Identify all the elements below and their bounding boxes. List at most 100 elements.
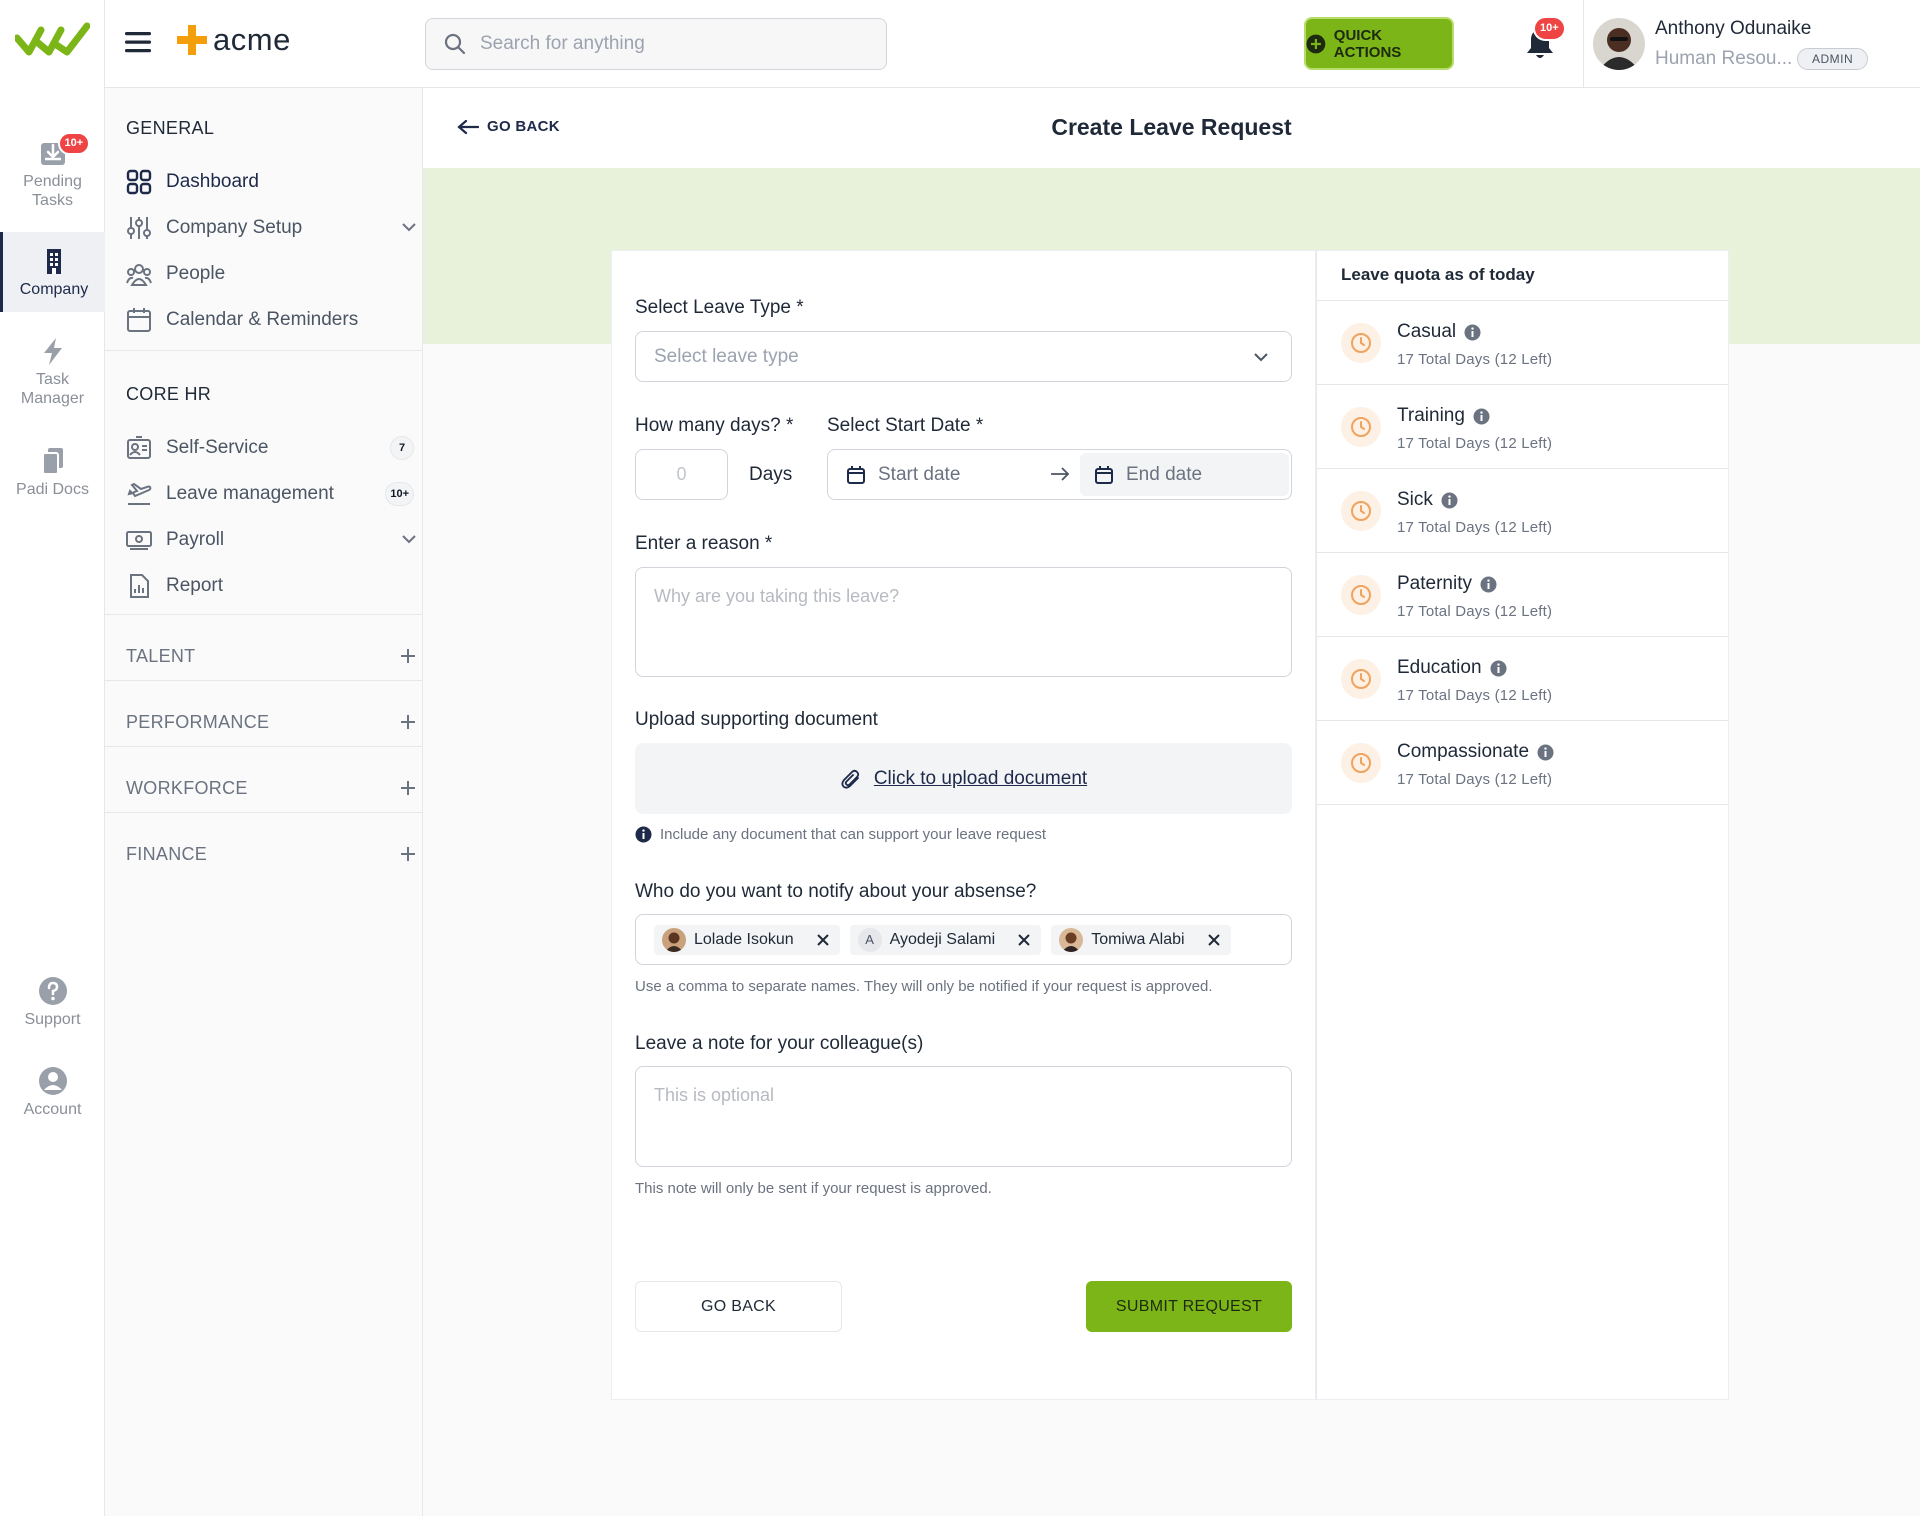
leave-quota-panel: Leave quota as of today Casual 17 Total D… [1316,250,1729,1400]
quota-type: Casual [1397,321,1481,343]
quota-row: Casual 17 Total Days (12 Left) [1317,301,1728,385]
upload-hint: Include any document that can support yo… [635,826,1046,843]
sidebar-item-label: Payroll [166,529,225,550]
quick-actions-label: QUICK ACTIONS [1333,26,1402,61]
notify-label: Who do you want to notify about your abs… [635,881,1037,902]
sidebar-item-company-setup[interactable]: Company Setup [126,208,416,248]
quota-detail: 17 Total Days (12 Left) [1397,603,1553,620]
close-icon[interactable] [1017,933,1031,947]
documents-icon [38,446,68,476]
sidebar-group-performance[interactable]: PERFORMANCE [126,702,416,742]
tag-label: Tomiwa Alabi [1091,930,1185,948]
go-back-button[interactable]: GO BACK [635,1281,842,1332]
sidebar-group-finance[interactable]: FINANCE [126,834,416,874]
sidebar-item-payroll[interactable]: Payroll [126,520,416,560]
reason-textarea[interactable]: Why are you taking this leave? [635,567,1292,677]
company-brand[interactable]: acme [175,22,291,58]
quota-detail: 17 Total Days (12 Left) [1397,519,1553,536]
chevron-down-icon[interactable] [402,222,416,232]
submit-request-button[interactable]: SUBMIT REQUEST [1086,1281,1292,1332]
start-date-input[interactable]: Start date [846,464,960,486]
sidebar-item-leave-management[interactable]: Leave management 10+ [126,474,416,514]
plus-icon [401,781,415,795]
sidebar-item-label: People [166,263,226,284]
quota-detail: 17 Total Days (12 Left) [1397,351,1553,368]
sidebar-item-people[interactable]: People [126,254,416,294]
sidebar-item-report[interactable]: Report [126,566,416,606]
quota-detail: 17 Total Days (12 Left) [1397,435,1553,452]
clock-icon [1341,743,1381,783]
rail-label: Task [36,371,69,388]
admin-badge: ADMIN [1797,48,1869,70]
plus-icon [401,715,415,729]
menu-icon[interactable] [125,30,153,54]
info-icon[interactable] [1490,660,1507,677]
sidebar-item-self-service[interactable]: Self-Service 7 [126,428,416,468]
quota-detail: 17 Total Days (12 Left) [1397,687,1553,704]
chevron-down-icon[interactable] [402,534,416,544]
calendar-icon [127,308,151,332]
sidebar-item-label: Company Setup [166,217,303,238]
info-icon[interactable] [1441,492,1458,509]
sidebar-group-talent[interactable]: TALENT [126,636,416,676]
money-icon [126,531,152,550]
plus-circle-icon [1306,34,1326,53]
rail-account[interactable]: Account [0,1066,105,1119]
sliders-icon [127,217,151,239]
days-label: How many days? * [635,415,794,436]
days-unit: Days [749,464,793,485]
info-icon[interactable] [1480,576,1497,593]
notify-tag: A Ayodeji Salami [849,924,1042,955]
quota-row: Education 17 Total Days (12 Left) [1317,637,1728,721]
sidebar-item-dashboard[interactable]: Dashboard [126,158,431,202]
tag-label: Lolade Isokun [694,930,794,948]
sidebar-item-calendar[interactable]: Calendar & Reminders [126,300,416,340]
info-icon[interactable] [1464,324,1481,341]
info-icon [635,826,652,843]
rail-pending-tasks[interactable]: 10+ Pending Tasks [0,132,105,210]
search-input[interactable] [480,33,860,55]
clock-icon [1341,659,1381,699]
user-avatar[interactable] [1593,18,1645,70]
quick-actions-button[interactable]: QUICK ACTIONS [1304,17,1454,70]
note-placeholder: This is optional [654,1085,775,1105]
app-logo-icon[interactable] [15,20,90,60]
count-badge: 10+ [385,482,414,506]
calendar-icon [1095,465,1113,484]
start-date-label: Select Start Date * [827,415,984,436]
people-icon [126,264,152,286]
sidebar-group-workforce[interactable]: WORKFORCE [126,768,416,808]
rail-label: Manager [20,390,85,407]
quota-type: Sick [1397,489,1458,511]
info-icon[interactable] [1473,408,1490,425]
quota-type-label: Compassionate [1397,741,1530,762]
rail-padi-docs[interactable]: Padi Docs [0,446,105,499]
close-icon[interactable] [816,933,830,947]
close-icon[interactable] [1207,933,1221,947]
quota-row: Compassionate 17 Total Days (12 Left) [1317,721,1728,805]
rail-company[interactable]: Company [0,232,105,312]
notification-badge: 10+ [1533,16,1566,41]
upload-dropzone[interactable]: Click to upload document [635,743,1292,814]
upload-hint-text: Include any document that can support yo… [660,826,1047,843]
upload-link[interactable]: Click to upload document [874,768,1087,790]
id-card-icon [127,436,151,459]
user-divider [1583,0,1584,88]
search-bar[interactable] [425,18,887,70]
note-textarea[interactable]: This is optional [635,1066,1292,1167]
notify-tag: Tomiwa Alabi [1051,924,1231,955]
leave-type-select[interactable]: Select leave type [635,331,1292,382]
section-heading-core-hr: CORE HR [126,384,212,404]
sidebar-group-label: WORKFORCE [126,777,248,798]
days-input[interactable]: 0 [635,449,728,500]
rail-label: Account [23,1101,82,1118]
note-hint: This note will only be sent if your requ… [635,1180,992,1197]
rail-task-manager[interactable]: Task Manager [0,336,105,408]
paperclip-icon [841,769,859,789]
info-icon[interactable] [1537,744,1554,761]
sidebar-divider [105,614,423,615]
rail-support[interactable]: Support [0,976,105,1029]
end-date-input[interactable]: End date [1080,453,1289,496]
notify-input[interactable]: Lolade Isokun A Ayodeji Salami Tomiwa Al… [635,914,1292,965]
leave-request-form: Select Leave Type * Select leave type Ho… [611,250,1316,1400]
